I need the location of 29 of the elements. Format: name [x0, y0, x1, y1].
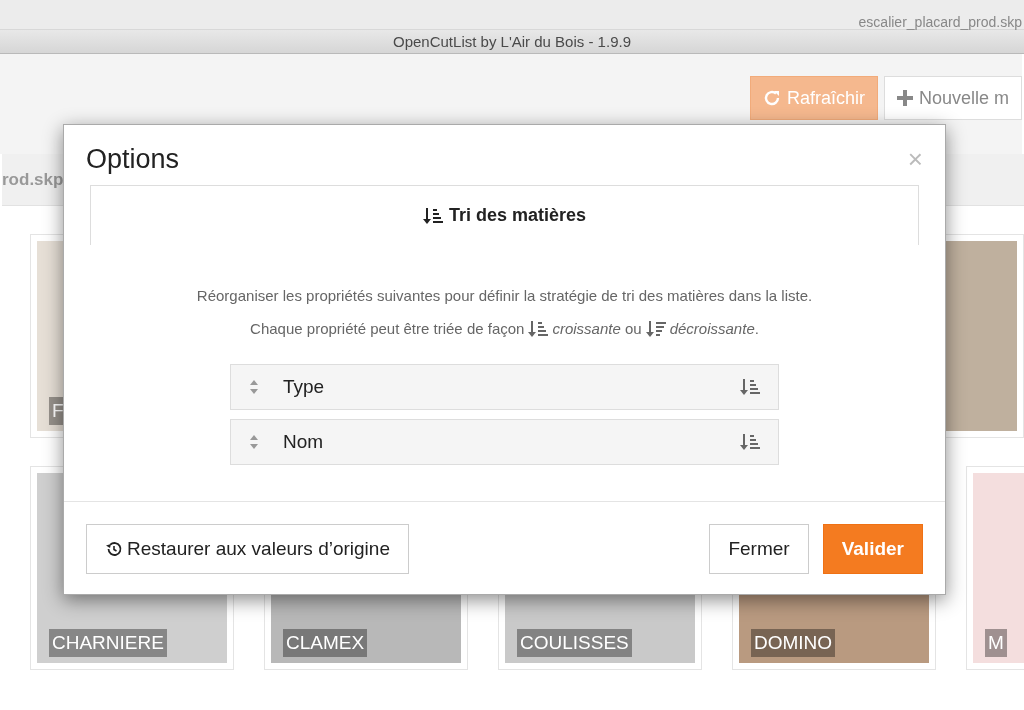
- intro-text: Réorganiser les propriétés suivantes pour définir la stratégie de tri des matières dans la liste.: [195, 286, 814, 307]
- drag-handle-icon[interactable]: [249, 380, 259, 395]
- refresh-icon: [762, 89, 781, 107]
- property-name: Nom: [283, 430, 325, 455]
- sort-property-row[interactable]: Nom: [230, 419, 779, 466]
- material-name: COULISSES: [517, 628, 632, 657]
- close-button[interactable]: Fermer: [709, 524, 809, 575]
- property-name: Type: [283, 375, 326, 400]
- drag-handle-icon[interactable]: [249, 435, 259, 450]
- material-name: CHARNIERE: [49, 628, 167, 657]
- sort-ascending-icon[interactable]: [740, 378, 760, 397]
- sort-tab[interactable]: Tri des matières: [90, 185, 919, 246]
- window-title: OpenCutList by L'Air du Bois - 1.9.9: [0, 30, 1024, 54]
- material-name: M: [985, 628, 1007, 657]
- history-icon: [105, 540, 123, 559]
- material-name: CLAMEX: [283, 628, 368, 657]
- plus-icon: [896, 90, 913, 106]
- file-name: escalier_placard_prod.skp: [858, 15, 1022, 29]
- sort-descending-icon: [645, 320, 666, 339]
- reset-button[interactable]: Restaurer aux valeurs d’origine: [86, 524, 409, 575]
- sort-ascending-icon[interactable]: [740, 433, 760, 452]
- sort-ascending-icon: [422, 206, 443, 225]
- hint-text: croissante ou: [552, 318, 642, 339]
- new-button[interactable]: Nouvelle m: [883, 76, 1022, 120]
- material-name: DOMINO: [751, 628, 836, 657]
- hint-text: Chaque propriété peut être triée de façon: [250, 318, 525, 339]
- sort-property-row[interactable]: Type: [230, 364, 779, 411]
- hint-text: décroissante.: [669, 318, 759, 339]
- sort-ascending-icon: [528, 320, 549, 339]
